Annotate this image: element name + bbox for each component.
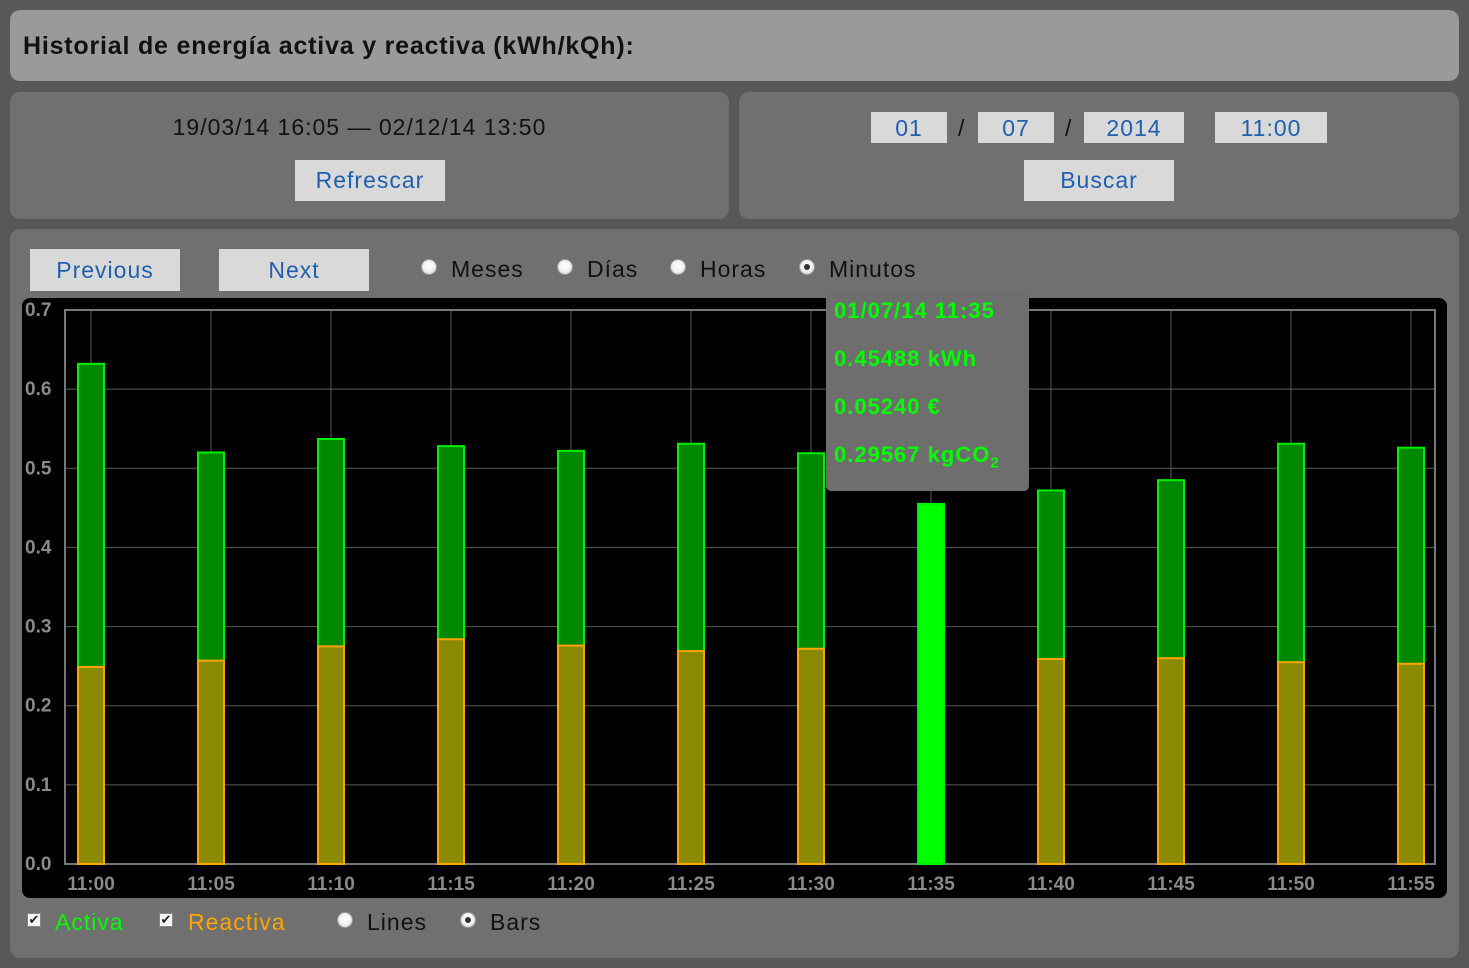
date-separator: /: [1065, 115, 1072, 141]
year-input[interactable]: 2014: [1084, 112, 1184, 143]
tooltip-kwh: 0.45488 kWh: [834, 346, 978, 371]
x-tick-label: 11:45: [1147, 874, 1195, 895]
radio-minutos-label: Minutos: [829, 256, 917, 282]
reactiva-bar: [437, 638, 465, 865]
radio-meses-label: Meses: [451, 256, 524, 282]
x-tick-label: 11:00: [67, 874, 115, 895]
x-tick-label: 11:40: [1027, 874, 1075, 895]
radio-horas[interactable]: [670, 259, 686, 275]
y-tick-label: 0.4: [25, 537, 52, 558]
reactiva-bar: [1037, 658, 1065, 865]
plot-border: [64, 309, 1436, 865]
y-tick-label: 0.5: [25, 458, 52, 479]
day-input[interactable]: 01: [871, 112, 947, 143]
y-tick-label: 0.6: [25, 379, 51, 400]
radio-bars-label: Bars: [490, 909, 542, 935]
reactiva-bar: [1157, 657, 1185, 865]
radio-dias[interactable]: [557, 259, 573, 275]
y-tick-label: 0.2: [25, 696, 51, 717]
radio-dias-label: Días: [587, 256, 639, 282]
tooltip-co2-value: 0.29567 kgCO: [834, 442, 991, 467]
next-button[interactable]: Next: [219, 249, 369, 291]
reactiva-bar: [557, 644, 585, 865]
x-tick-label: 11:25: [667, 874, 715, 895]
bar-chart: 0.0 0.1 0.2 0.3 0.4 0.5 0.6 0.7 11:00 11:05 11:10 1…: [25, 300, 1436, 895]
activa-bar: [917, 502, 945, 865]
x-tick-label: 11:20: [547, 874, 595, 895]
reactiva-legend-label: Reactiva: [188, 909, 286, 935]
y-tick-label: 0.1: [25, 775, 52, 796]
x-tick-label: 11:30: [787, 874, 835, 895]
search-button[interactable]: Buscar: [1024, 160, 1174, 201]
reactiva-bar: [677, 650, 705, 865]
reactiva-bar: [1277, 661, 1305, 865]
chart-area: 0.0 0.1 0.2 0.3 0.4 0.5 0.6 0.7 11:00 11:05 11:10 1…: [22, 298, 1447, 898]
y-tick-label: 0.7: [25, 300, 51, 321]
reactiva-checkbox[interactable]: ✔: [159, 913, 173, 927]
time-input[interactable]: 11:00: [1215, 112, 1327, 143]
x-tick-label: 11:35: [907, 874, 955, 895]
reactiva-bar: [797, 647, 825, 865]
radio-meses[interactable]: [421, 259, 437, 275]
reactiva-bar: [77, 665, 105, 866]
radio-bars[interactable]: [460, 912, 476, 928]
previous-button[interactable]: Previous: [30, 249, 180, 291]
tooltip-co2-subscript: 2: [990, 454, 1000, 472]
x-tick-label: 11:55: [1387, 874, 1435, 895]
month-input[interactable]: 07: [978, 112, 1054, 143]
chart-tooltip: 01/07/14 11:35 0.45488 kWh 0.05240 € 0.2…: [826, 292, 1029, 491]
tooltip-co2: 0.29567 kgCO2: [834, 442, 1000, 471]
x-tick-label: 11:15: [427, 874, 475, 895]
radio-lines-label: Lines: [367, 909, 427, 935]
date-range-text: 19/03/14 16:05 — 02/12/14 13:50: [172, 114, 547, 140]
reactiva-bar: [1397, 662, 1425, 866]
radio-horas-label: Horas: [700, 256, 767, 282]
y-tick-label: 0.3: [25, 617, 51, 638]
radio-minutos[interactable]: [799, 259, 815, 275]
refresh-button[interactable]: Refrescar: [295, 160, 445, 201]
tooltip-cost: 0.05240 €: [834, 394, 941, 419]
reactiva-bar: [197, 659, 225, 865]
page-title: Historial de energía activa y reactiva (…: [23, 32, 635, 60]
activa-checkbox[interactable]: ✔: [27, 913, 41, 927]
radio-lines[interactable]: [337, 912, 353, 928]
y-tick-label: 0.0: [25, 854, 51, 875]
tooltip-datetime: 01/07/14 11:35: [834, 298, 995, 323]
x-tick-label: 11:50: [1267, 874, 1315, 895]
activa-legend-label: Activa: [55, 909, 124, 935]
title-panel: Historial de energía activa y reactiva (…: [10, 10, 1459, 81]
date-separator: /: [958, 115, 965, 141]
x-tick-label: 11:10: [307, 874, 355, 895]
reactiva-bar: [317, 645, 345, 865]
x-tick-label: 11:05: [187, 874, 235, 895]
